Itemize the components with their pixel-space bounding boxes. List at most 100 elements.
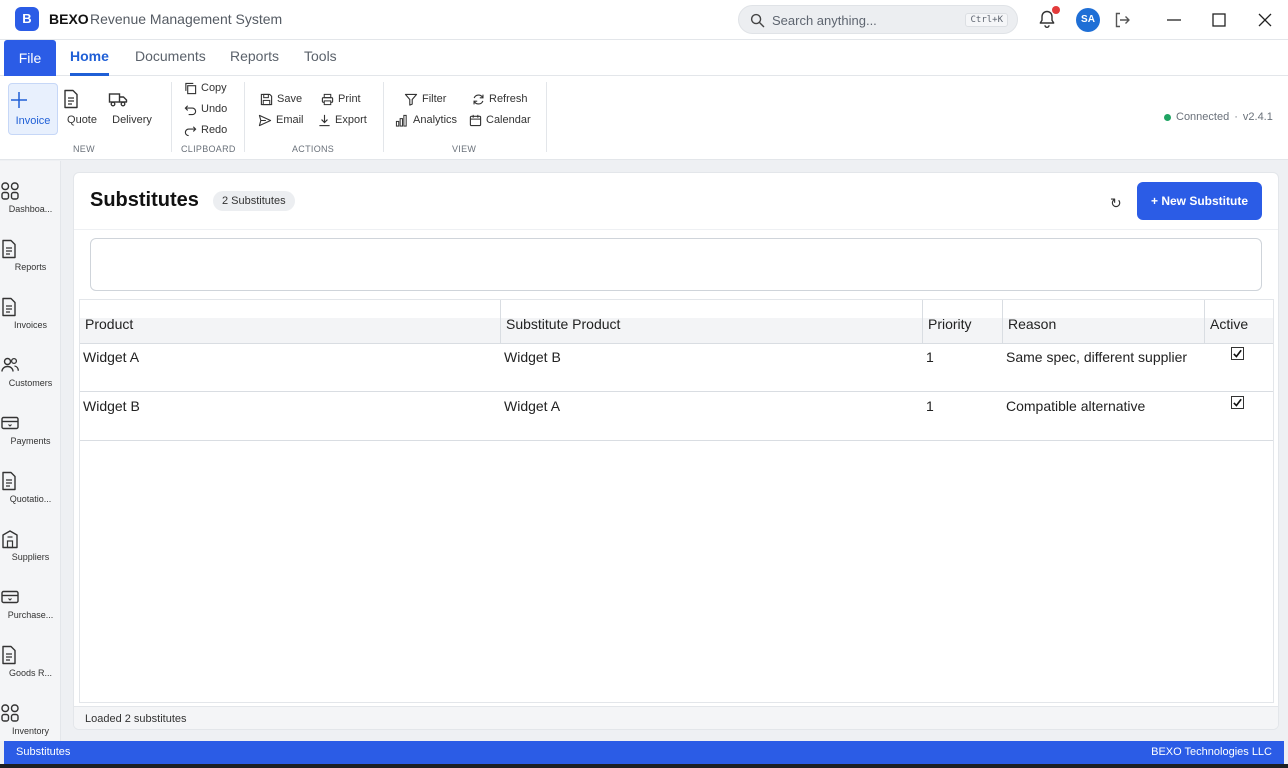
sidebar-item-customers[interactable]: Customers	[0, 355, 61, 407]
export-button[interactable]: Export	[318, 111, 367, 129]
substitutes-table: Product Substitute Product Priority Reas…	[79, 299, 1274, 703]
document-icon	[0, 297, 61, 317]
app-brand: BEXO	[49, 11, 89, 27]
redo-label: Redo	[201, 124, 228, 136]
sidebar-item-invoices[interactable]: Invoices	[0, 297, 61, 349]
grid-icon	[0, 181, 61, 201]
group-label-view: VIEW	[452, 144, 477, 154]
sidebar-item-dashboard[interactable]: Dashboa...	[0, 181, 61, 233]
divider	[74, 229, 1278, 230]
column-header-reason[interactable]: Reason	[1003, 300, 1205, 344]
email-button[interactable]: Email	[258, 111, 304, 129]
connection-status-text: Connected	[1176, 111, 1230, 123]
undo-label: Undo	[201, 103, 228, 115]
export-label: Export	[335, 114, 367, 126]
refresh-button[interactable]: Refresh	[472, 90, 528, 108]
truck-icon	[108, 89, 156, 109]
copy-icon	[185, 82, 197, 94]
substitutes-panel: Substitutes 2 Substitutes ↻ + New Substi…	[73, 172, 1279, 730]
users-icon	[0, 355, 61, 375]
ribbon-separator	[171, 82, 172, 152]
document-icon	[0, 471, 61, 491]
calendar-label: Calendar	[486, 114, 531, 126]
status-bar: Substitutes BEXO Technologies LLC	[4, 741, 1284, 764]
global-search[interactable]: Search anything... Ctrl+K	[738, 5, 1018, 34]
download-icon	[319, 114, 330, 126]
calendar-button[interactable]: Calendar	[469, 111, 531, 129]
user-avatar[interactable]: SA	[1076, 8, 1100, 32]
active-checkbox[interactable]	[1231, 347, 1244, 360]
redo-button[interactable]: Redo	[184, 121, 227, 139]
column-header-product[interactable]: Product	[80, 300, 501, 344]
column-header-active[interactable]: Active	[1205, 300, 1273, 344]
filter-input[interactable]	[90, 238, 1262, 291]
group-label-clipboard: CLIPBOARD	[181, 144, 236, 154]
table-row[interactable]: Widget B Widget A 1 Compatible alternati…	[80, 393, 1273, 441]
filter-icon	[404, 93, 418, 106]
refresh-label: Refresh	[489, 93, 528, 105]
sidebar-item-reports[interactable]: Reports	[0, 239, 61, 291]
sidebar-item-payments[interactable]: Payments	[0, 413, 61, 465]
print-button[interactable]: Print	[321, 90, 361, 108]
sidebar-item-quotations[interactable]: Quotatio...	[0, 471, 61, 523]
document-icon	[0, 239, 61, 259]
save-button[interactable]: Save	[260, 90, 302, 108]
cell-priority: 1	[926, 398, 934, 414]
tab-tools[interactable]: Tools	[304, 40, 337, 76]
close-icon[interactable]	[1257, 12, 1273, 28]
minimize-icon[interactable]	[1166, 12, 1182, 28]
app-subtitle: Revenue Management System	[90, 11, 283, 27]
group-label-new: NEW	[73, 144, 95, 154]
maximize-icon[interactable]	[1211, 12, 1227, 28]
table-header: Product Substitute Product Priority Reas…	[80, 300, 1273, 344]
cell-product: Widget A	[83, 349, 140, 365]
undo-button[interactable]: Undo	[184, 100, 227, 118]
tab-home[interactable]: Home	[70, 40, 109, 76]
cell-substitute-product: Widget A	[504, 398, 561, 414]
print-icon	[321, 93, 334, 105]
connection-status: Connected · v2.4.1	[1164, 111, 1273, 123]
sidebar-label: Invoices	[13, 320, 48, 330]
refresh-list-button[interactable]: ↻	[1110, 195, 1122, 212]
status-bar-right: BEXO Technologies LLC	[1151, 746, 1272, 758]
active-checkbox[interactable]	[1231, 396, 1244, 409]
refresh-icon	[473, 94, 484, 104]
tab-documents[interactable]: Documents	[135, 40, 206, 76]
copy-button[interactable]: Copy	[184, 79, 227, 97]
analytics-button[interactable]: Analytics	[395, 111, 457, 129]
new-quote-button[interactable]: Quote	[62, 83, 102, 135]
search-icon	[750, 13, 765, 28]
sidebar-item-goods-receipts[interactable]: Goods R...	[0, 645, 61, 697]
sidebar-item-suppliers[interactable]: Suppliers	[0, 529, 61, 581]
search-placeholder: Search anything...	[772, 13, 877, 28]
column-header-substitute-product[interactable]: Substitute Product	[501, 300, 923, 344]
cell-substitute-product: Widget B	[504, 349, 561, 365]
version-label: v2.4.1	[1242, 111, 1273, 123]
app-logo: B	[15, 7, 39, 31]
sidebar-label: Suppliers	[11, 552, 50, 562]
ribbon-separator	[244, 82, 245, 152]
new-substitute-button[interactable]: + New Substitute	[1137, 182, 1262, 220]
sidebar-label: Purchase...	[7, 610, 54, 620]
save-label: Save	[277, 93, 303, 105]
new-invoice-button[interactable]: Invoice	[8, 83, 58, 135]
checkmark-icon	[1233, 398, 1242, 407]
file-menu[interactable]: File	[4, 40, 56, 76]
count-badge: 2 Substitutes	[213, 191, 295, 211]
new-delivery-label: Delivery	[112, 114, 152, 126]
notification-dot	[1052, 6, 1060, 14]
bar-chart-icon	[395, 114, 407, 127]
status-dot	[1164, 113, 1171, 121]
cell-reason: Same spec, different supplier	[1006, 349, 1188, 365]
redo-icon	[184, 125, 197, 136]
filter-label: Filter	[422, 93, 447, 105]
analytics-label: Analytics	[413, 114, 458, 126]
filter-button[interactable]: Filter	[404, 90, 446, 108]
sidebar-item-purchases[interactable]: Purchase...	[0, 587, 61, 639]
copy-label: Copy	[201, 82, 227, 94]
new-delivery-button[interactable]: Delivery	[108, 83, 156, 135]
logout-icon[interactable]	[1112, 10, 1132, 30]
tab-reports[interactable]: Reports	[230, 40, 279, 76]
table-row[interactable]: Widget A Widget B 1 Same spec, different…	[80, 344, 1273, 392]
column-header-priority[interactable]: Priority	[923, 300, 1003, 344]
